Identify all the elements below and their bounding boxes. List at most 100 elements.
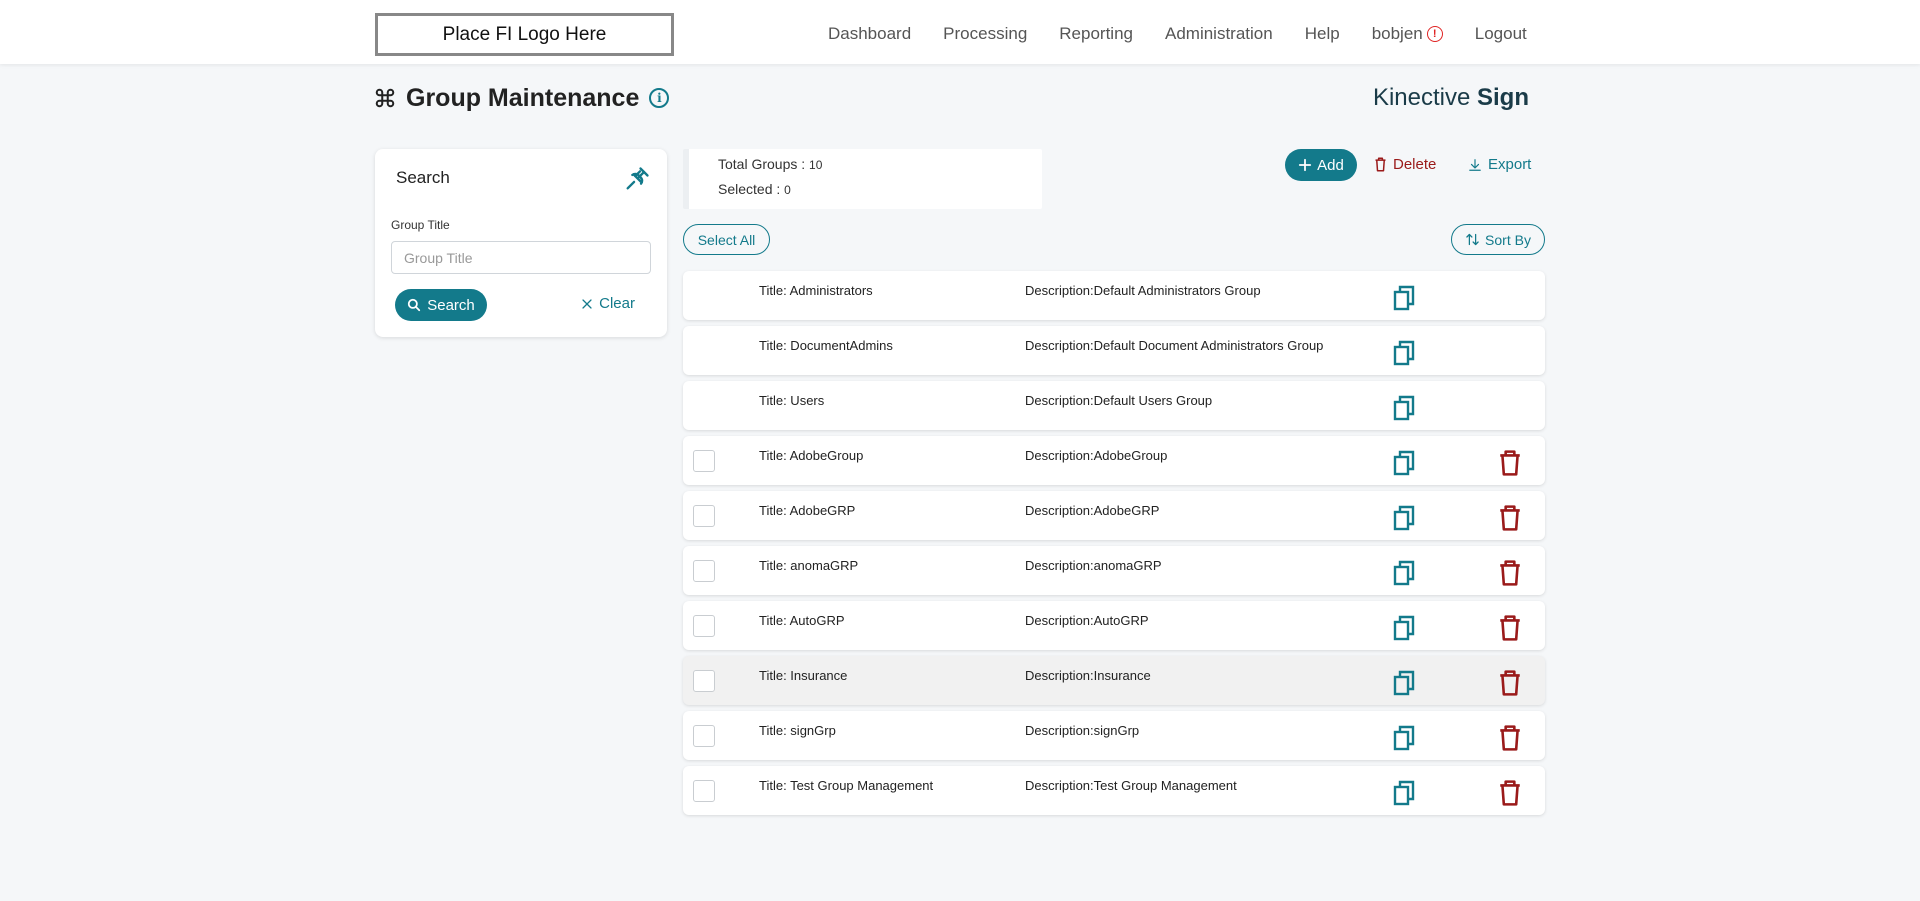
copy-icon[interactable] — [1392, 615, 1416, 641]
nav-user-menu[interactable]: bobjen ! — [1372, 24, 1443, 44]
trash-icon[interactable] — [1499, 505, 1521, 531]
group-description: Description:Insurance — [1025, 668, 1151, 683]
group-description: Description:AutoGRP — [1025, 613, 1149, 628]
group-row[interactable]: Title: anomaGRP Description:anomaGRP — [683, 546, 1545, 595]
trash-icon[interactable] — [1499, 560, 1521, 586]
search-icon — [408, 298, 421, 312]
sort-by-label: Sort By — [1485, 231, 1531, 248]
group-title: Title: Test Group Management — [759, 778, 934, 793]
command-icon — [375, 88, 395, 108]
copy-icon[interactable] — [1392, 340, 1416, 366]
group-title: Title: Insurance — [759, 668, 848, 683]
group-row[interactable]: Title: signGrp Description:signGrp — [683, 711, 1545, 760]
total-groups-label: Total Groups : — [718, 156, 806, 172]
copy-icon[interactable] — [1392, 780, 1416, 806]
row-checkbox[interactable] — [693, 725, 715, 747]
search-button-label: Search — [427, 296, 475, 314]
info-icon[interactable]: i — [649, 88, 670, 108]
export-button[interactable]: Export — [1468, 156, 1531, 173]
main-nav: Dashboard Processing Reporting Administr… — [828, 22, 1527, 46]
selected-count: Selected : 0 — [718, 181, 791, 197]
logo-placeholder: Place FI Logo Here — [375, 13, 674, 56]
trash-icon[interactable] — [1499, 780, 1521, 806]
row-checkbox[interactable] — [693, 615, 715, 637]
group-description: Description:AdobeGRP — [1025, 503, 1160, 518]
add-button[interactable]: Add — [1285, 149, 1357, 181]
group-row[interactable]: Title: Test Group Management Description… — [683, 766, 1545, 815]
trash-icon[interactable] — [1499, 615, 1521, 641]
total-groups: Total Groups : 10 — [718, 156, 822, 172]
group-description: Description:Default Users Group — [1025, 393, 1213, 408]
summary-panel: Total Groups : 10 Selected : 0 — [683, 149, 1042, 209]
exclamation-circle-icon: ! — [1426, 26, 1443, 42]
search-panel: Search Group Title Search Clear — [375, 149, 667, 337]
copy-icon[interactable] — [1392, 285, 1416, 311]
selected-value: 0 — [784, 183, 791, 197]
group-title: Title: signGrp — [759, 723, 836, 738]
group-description: Description:AdobeGroup — [1025, 448, 1168, 463]
group-description: Description:signGrp — [1025, 723, 1140, 738]
nav-processing[interactable]: Processing — [943, 24, 1027, 44]
group-description: Description:anomaGRP — [1025, 558, 1162, 573]
trash-icon[interactable] — [1499, 670, 1521, 696]
row-checkbox[interactable] — [693, 560, 715, 582]
brand-logo: Kinective Sign — [1373, 84, 1529, 112]
sort-by-button[interactable]: Sort By — [1451, 224, 1545, 255]
group-list: Title: Administrators Description:Defaul… — [683, 271, 1545, 821]
brand-name: Kinective — [1372, 84, 1471, 111]
nav-administration[interactable]: Administration — [1165, 24, 1273, 44]
trash-icon[interactable] — [1499, 450, 1521, 476]
copy-icon[interactable] — [1392, 450, 1416, 476]
group-title: Title: AdobeGroup — [759, 448, 864, 463]
group-description: Description:Test Group Management — [1025, 778, 1237, 793]
group-title: Title: AdobeGRP — [759, 503, 856, 518]
close-icon — [582, 298, 592, 309]
group-title: Title: anomaGRP — [759, 558, 859, 573]
clear-button[interactable]: Clear — [581, 295, 635, 312]
export-button-label: Export — [1488, 156, 1532, 173]
pin-icon[interactable] — [623, 165, 651, 193]
nav-help[interactable]: Help — [1305, 24, 1340, 44]
group-title: Title: Administrators — [759, 283, 873, 298]
group-description: Description:Default Document Administrat… — [1025, 338, 1324, 353]
select-all-button[interactable]: Select All — [683, 224, 770, 255]
group-row[interactable]: Title: AdobeGroup Description:AdobeGroup — [683, 436, 1545, 485]
group-row[interactable]: Title: Users Description:Default Users G… — [683, 381, 1545, 430]
row-checkbox[interactable] — [693, 780, 715, 802]
page-header: Group Maintenance i — [374, 80, 670, 116]
group-title: Title: DocumentAdmins — [759, 338, 893, 353]
selected-label: Selected : — [718, 181, 781, 197]
plus-icon — [1299, 158, 1312, 172]
nav-dashboard[interactable]: Dashboard — [828, 24, 911, 44]
page-title: Group Maintenance — [406, 83, 640, 112]
row-checkbox[interactable] — [693, 505, 715, 527]
sort-icon — [1466, 233, 1479, 246]
top-navigation-bar: Place FI Logo Here Dashboard Processing … — [0, 0, 1920, 64]
group-row[interactable]: Title: AdobeGRP Description:AdobeGRP — [683, 491, 1545, 540]
delete-button-label: Delete — [1393, 156, 1437, 173]
copy-icon[interactable] — [1392, 670, 1416, 696]
group-title-input[interactable] — [391, 241, 651, 274]
download-icon — [1469, 158, 1481, 171]
username-label: bobjen — [1371, 24, 1423, 43]
trash-icon[interactable] — [1499, 725, 1521, 751]
search-panel-title: Search — [396, 168, 450, 187]
trash-icon — [1375, 157, 1386, 172]
group-title: Title: Users — [759, 393, 825, 408]
group-row[interactable]: Title: Administrators Description:Defaul… — [683, 271, 1545, 320]
copy-icon[interactable] — [1392, 725, 1416, 751]
row-checkbox[interactable] — [693, 670, 715, 692]
delete-button[interactable]: Delete — [1374, 156, 1436, 173]
group-row[interactable]: Title: Insurance Description:Insurance — [683, 656, 1545, 705]
copy-icon[interactable] — [1392, 395, 1416, 421]
group-row[interactable]: Title: DocumentAdmins Description:Defaul… — [683, 326, 1545, 375]
copy-icon[interactable] — [1392, 505, 1416, 531]
group-row[interactable]: Title: AutoGRP Description:AutoGRP — [683, 601, 1545, 650]
row-checkbox[interactable] — [693, 450, 715, 472]
copy-icon[interactable] — [1392, 560, 1416, 586]
clear-button-label: Clear — [599, 295, 635, 312]
group-title-label: Group Title — [391, 218, 450, 232]
search-button[interactable]: Search — [395, 289, 487, 321]
nav-logout[interactable]: Logout — [1475, 24, 1527, 44]
nav-reporting[interactable]: Reporting — [1059, 24, 1133, 44]
